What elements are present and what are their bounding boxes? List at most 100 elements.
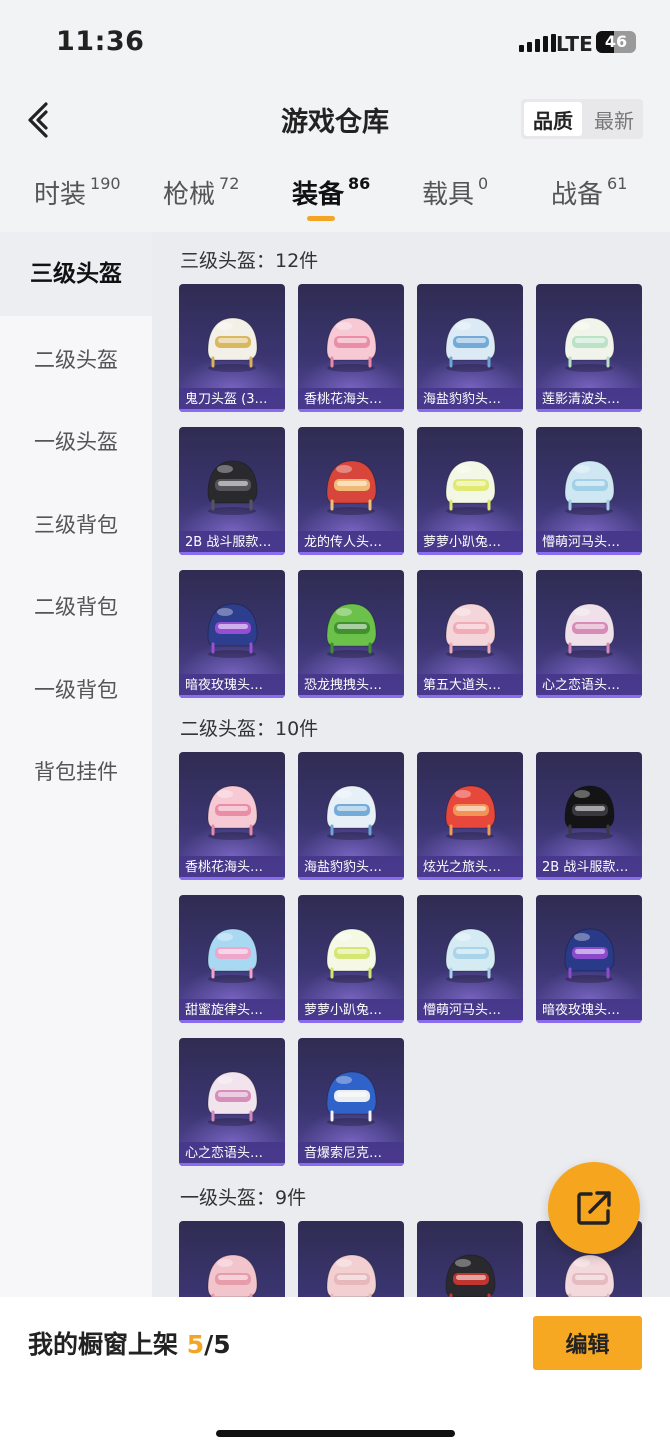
home-indicator bbox=[216, 1430, 455, 1437]
cellular-signal-icon bbox=[519, 34, 556, 52]
rarity-strip bbox=[179, 877, 285, 880]
tab-weapons[interactable]: 枪械 72 bbox=[163, 174, 239, 211]
rarity-strip bbox=[536, 552, 642, 555]
rarity-strip bbox=[298, 877, 404, 880]
rarity-strip bbox=[179, 409, 285, 412]
rarity-strip bbox=[298, 695, 404, 698]
sort-quality-button[interactable]: 品质 bbox=[524, 102, 582, 136]
helmet-icon bbox=[326, 603, 377, 658]
item-card[interactable] bbox=[417, 1221, 523, 1297]
helmet-icon bbox=[445, 603, 496, 658]
rarity-strip bbox=[298, 552, 404, 555]
item-card[interactable]: 龙的传人头… bbox=[298, 427, 404, 555]
rarity-strip bbox=[536, 1020, 642, 1023]
section-title: 二级头盔：10件 bbox=[180, 718, 319, 740]
helmet-icon bbox=[564, 460, 615, 515]
item-card[interactable]: 萝萝小趴兔… bbox=[417, 427, 523, 555]
helmet-icon bbox=[207, 928, 258, 983]
helmet-icon bbox=[207, 785, 258, 840]
sidebar-item-level1-helmet[interactable]: 一级头盔 bbox=[0, 426, 152, 456]
tab-fashion[interactable]: 时装 190 bbox=[34, 174, 121, 211]
helmet-icon bbox=[207, 1071, 258, 1126]
item-card[interactable]: 暗夜玫瑰头… bbox=[179, 570, 285, 698]
item-card[interactable]: 萝萝小趴兔… bbox=[298, 895, 404, 1023]
helmet-icon bbox=[326, 785, 377, 840]
helmet-icon bbox=[445, 928, 496, 983]
helmet-icon bbox=[564, 1254, 615, 1297]
helmet-icon bbox=[564, 317, 615, 372]
category-tabs: 时装 190 枪械 72 装备 86 载具 0 战备 61 bbox=[0, 170, 670, 230]
helmet-icon bbox=[445, 1254, 496, 1297]
tab-label: 装备 bbox=[292, 180, 345, 210]
network-type: LTE bbox=[556, 32, 593, 56]
rarity-strip bbox=[179, 552, 285, 555]
helmet-icon bbox=[564, 785, 615, 840]
helmet-icon bbox=[207, 460, 258, 515]
rarity-strip bbox=[298, 1020, 404, 1023]
showcase-status: 我的橱窗上架 5/5 bbox=[28, 1325, 231, 1361]
item-card[interactable]: 莲影清波头… bbox=[536, 284, 642, 412]
item-card[interactable]: 第五大道头… bbox=[417, 570, 523, 698]
share-icon bbox=[577, 1191, 611, 1225]
helmet-icon bbox=[326, 928, 377, 983]
tab-count: 61 bbox=[607, 174, 628, 194]
sort-newest-button[interactable]: 最新 bbox=[585, 99, 643, 139]
rarity-strip bbox=[179, 1020, 285, 1023]
rarity-strip bbox=[417, 409, 523, 412]
item-card[interactable]: 2B 战斗服款… bbox=[179, 427, 285, 555]
rarity-strip bbox=[298, 409, 404, 412]
item-card[interactable]: 懵萌河马头… bbox=[417, 895, 523, 1023]
item-card[interactable]: 恐龙拽拽头… bbox=[298, 570, 404, 698]
helmet-icon bbox=[445, 317, 496, 372]
item-card[interactable]: 甜蜜旋律头… bbox=[179, 895, 285, 1023]
sidebar-item-level3-backpack[interactable]: 三级背包 bbox=[0, 509, 152, 539]
rarity-strip bbox=[417, 552, 523, 555]
item-card[interactable]: 音爆索尼克… bbox=[298, 1038, 404, 1166]
item-card[interactable] bbox=[179, 1221, 285, 1297]
section-title: 三级头盔：12件 bbox=[180, 250, 319, 272]
status-bar: 11:36 LTE 46 bbox=[0, 0, 670, 88]
sidebar-item-level2-helmet[interactable]: 二级头盔 bbox=[0, 344, 152, 374]
item-card[interactable]: 鬼刀头盔 (3… bbox=[179, 284, 285, 412]
status-time: 11:36 bbox=[56, 26, 145, 57]
showcase-count: 5 bbox=[186, 1330, 205, 1359]
active-tab-indicator bbox=[307, 216, 335, 221]
showcase-bar: 我的橱窗上架 5/5 编辑 bbox=[0, 1297, 670, 1450]
item-card[interactable]: 心之恋语头… bbox=[536, 570, 642, 698]
rarity-strip bbox=[417, 695, 523, 698]
sidebar-item-level2-backpack[interactable]: 二级背包 bbox=[0, 591, 152, 621]
tab-label: 时装 bbox=[34, 180, 87, 210]
item-card[interactable]: 香桃花海头… bbox=[179, 752, 285, 880]
sidebar-item-backpack-charms[interactable]: 背包挂件 bbox=[0, 756, 152, 786]
rarity-strip bbox=[536, 695, 642, 698]
item-card[interactable]: 2B 战斗服款… bbox=[536, 752, 642, 880]
helmet-icon bbox=[564, 603, 615, 658]
sidebar-item-level1-backpack[interactable]: 一级背包 bbox=[0, 674, 152, 704]
helmet-icon bbox=[326, 460, 377, 515]
helmet-icon bbox=[445, 460, 496, 515]
item-card[interactable]: 海盐豹豹头… bbox=[298, 752, 404, 880]
tab-equipment[interactable]: 装备 86 bbox=[292, 174, 370, 211]
sidebar-item-level3-helmet[interactable]: 三级头盔 bbox=[0, 232, 152, 316]
item-card[interactable]: 暗夜玫瑰头… bbox=[536, 895, 642, 1023]
helmet-icon bbox=[326, 317, 377, 372]
item-card[interactable]: 心之恋语头… bbox=[179, 1038, 285, 1166]
tab-count: 72 bbox=[219, 174, 240, 194]
tab-label: 枪械 bbox=[163, 180, 216, 210]
tab-count: 86 bbox=[348, 174, 371, 194]
showcase-total: /5 bbox=[204, 1330, 231, 1359]
item-card[interactable]: 香桃花海头… bbox=[298, 284, 404, 412]
helmet-icon bbox=[207, 317, 258, 372]
tab-vehicles[interactable]: 载具 0 bbox=[422, 174, 488, 211]
edit-button[interactable]: 编辑 bbox=[533, 1316, 642, 1370]
tab-count: 190 bbox=[90, 174, 121, 194]
helmet-icon bbox=[445, 785, 496, 840]
item-card[interactable] bbox=[298, 1221, 404, 1297]
rarity-strip bbox=[417, 1020, 523, 1023]
item-card[interactable]: 懵萌河马头… bbox=[536, 427, 642, 555]
tab-supplies[interactable]: 战备 61 bbox=[551, 174, 627, 211]
sort-toggle: 品质 最新 bbox=[521, 99, 643, 139]
share-button[interactable] bbox=[548, 1162, 640, 1254]
item-card[interactable]: 炫光之旅头… bbox=[417, 752, 523, 880]
item-card[interactable]: 海盐豹豹头… bbox=[417, 284, 523, 412]
